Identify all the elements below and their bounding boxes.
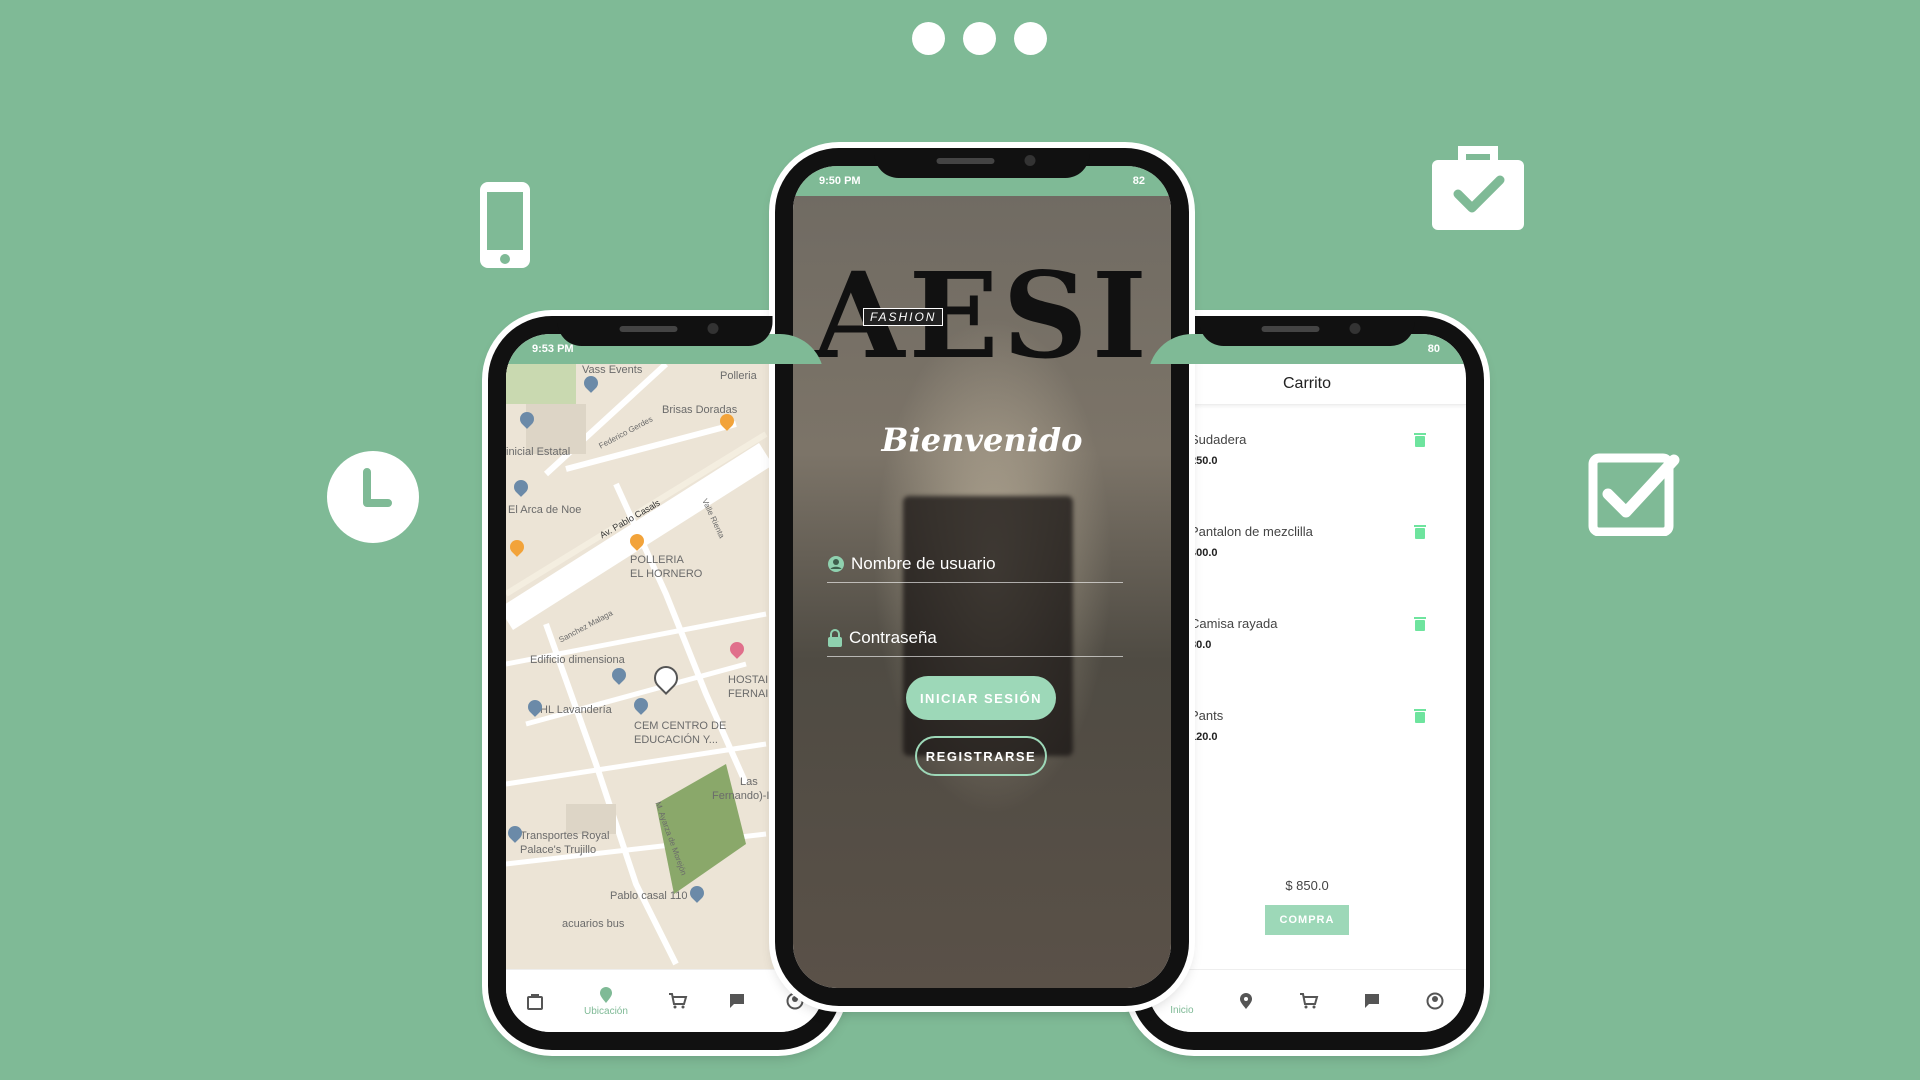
chat-icon xyxy=(729,994,744,1008)
cart-item-name: Sudadera xyxy=(1190,432,1247,447)
dot xyxy=(963,22,996,55)
map-label: EDUCACIÓN Y... xyxy=(634,734,718,746)
username-field[interactable]: Nombre de usuario xyxy=(827,546,1123,583)
cart-item-price: 250.0 xyxy=(1190,455,1218,467)
cart-item: Pantalon de mezclilla 400.0 xyxy=(1148,514,1466,584)
map-label: Polleria xyxy=(720,370,757,382)
map-label: Fernando)-I xyxy=(712,790,770,802)
cart-total: $ 850.0 xyxy=(1285,878,1329,893)
lock-icon xyxy=(828,629,842,647)
status-time: 9:53 PM xyxy=(532,343,574,355)
nav-bag[interactable] xyxy=(526,992,544,1010)
nav-location[interactable]: Ubicación xyxy=(584,986,628,1017)
logo-letters: ESI xyxy=(908,246,1151,385)
map-label: Pablo casal 110 xyxy=(610,890,688,902)
cart-item-price: 80.0 xyxy=(1190,639,1212,651)
map-label: Palace's Trujillo xyxy=(520,844,597,856)
smartphone-icon xyxy=(480,182,530,268)
carousel-dots xyxy=(912,22,1047,55)
cart-item-name: Pantalon de mezclilla xyxy=(1190,524,1313,539)
cart-item-name: Camisa rayada xyxy=(1190,616,1278,631)
phone-notch xyxy=(557,316,773,346)
buy-button[interactable]: COMPRA xyxy=(1265,905,1349,935)
cart-item-price: 120.0 xyxy=(1190,731,1218,743)
nav-chat[interactable] xyxy=(1363,992,1381,1010)
cart-item: Sudadera 250.0 xyxy=(1148,422,1466,492)
cart-item: Pants 120.0 xyxy=(1148,698,1466,768)
trash-icon[interactable] xyxy=(1414,708,1426,723)
location-icon xyxy=(599,986,612,1003)
cart-item-name: Pants xyxy=(1190,708,1224,723)
phone-notch xyxy=(874,148,1090,178)
dot xyxy=(1014,22,1047,55)
map-label: Vass Events xyxy=(582,364,643,376)
user-icon xyxy=(828,556,844,572)
trash-icon[interactable] xyxy=(1414,432,1426,447)
map-label: POLLERIA xyxy=(630,554,684,566)
map-label: EL HORNERO xyxy=(630,568,703,580)
map-label: Las xyxy=(740,776,758,788)
cart-screen: 80 Carrito Sudadera 250.0 Pantalon de me… xyxy=(1148,334,1466,1032)
nav-location[interactable] xyxy=(1238,992,1254,1010)
checkbox-icon xyxy=(1588,453,1680,536)
map-label: FERNAI xyxy=(728,688,769,700)
register-button[interactable]: REGISTRARSE xyxy=(915,736,1047,776)
map-label: HOSTAI xyxy=(728,674,769,686)
location-icon xyxy=(1240,993,1253,1009)
nav-profile[interactable] xyxy=(1426,992,1444,1010)
briefcase-check-icon xyxy=(1432,146,1524,230)
nav-cart[interactable] xyxy=(1299,992,1319,1010)
nav-location-label: Ubicación xyxy=(584,1005,628,1017)
cart-icon xyxy=(668,993,688,1009)
chat-icon xyxy=(1365,994,1380,1008)
bag-icon xyxy=(527,994,543,1010)
nav-chat[interactable] xyxy=(728,992,746,1010)
status-time: 9:50 PM xyxy=(819,175,861,187)
brand-logo: AESI FASHION xyxy=(793,246,1171,385)
phone-notch xyxy=(1199,316,1415,346)
clock-icon xyxy=(327,451,419,543)
bottom-navigation: Inicio xyxy=(1148,969,1466,1032)
map-label: Transportes Royal xyxy=(520,830,610,842)
welcome-heading: Bienvenido xyxy=(881,421,1083,459)
map-label: HL Lavandería xyxy=(540,704,612,716)
status-battery: 80 xyxy=(1427,343,1440,355)
nav-home[interactable]: Inicio xyxy=(1170,987,1193,1016)
status-battery: 82 xyxy=(1132,175,1145,187)
login-phone: 9:50 PM 82 AESI FASHION Bienvenido Nombr… xyxy=(775,148,1189,1006)
nav-profile[interactable] xyxy=(786,992,804,1010)
map-label: Edificio dimensiona xyxy=(530,654,625,666)
cart-title: Carrito xyxy=(1148,364,1466,405)
map-label: acuarios bus xyxy=(562,918,625,930)
logo-tag: FASHION xyxy=(863,308,944,326)
dot xyxy=(912,22,945,55)
trash-icon[interactable] xyxy=(1414,524,1426,539)
login-screen: 9:50 PM 82 AESI FASHION Bienvenido Nombr… xyxy=(793,166,1171,988)
profile-icon xyxy=(1426,992,1444,1010)
login-button[interactable]: INICIAR SESIÓN xyxy=(906,676,1056,720)
password-field[interactable]: Contraseña xyxy=(827,620,1123,657)
cart-item-price: 400.0 xyxy=(1190,547,1218,559)
profile-icon xyxy=(786,992,804,1010)
nav-cart[interactable] xyxy=(668,992,688,1010)
bottom-navigation: Ubicación xyxy=(506,969,824,1032)
trash-icon[interactable] xyxy=(1414,616,1426,631)
password-placeholder: Contraseña xyxy=(849,628,937,647)
map-label: CEM CENTRO DE xyxy=(634,720,727,732)
cart-icon xyxy=(1299,993,1318,1009)
nav-home-label: Inicio xyxy=(1170,1004,1194,1016)
map-label: inicial Estatal xyxy=(506,446,571,458)
cart-item: Camisa rayada 80.0 xyxy=(1148,606,1466,676)
username-placeholder: Nombre de usuario xyxy=(851,554,996,573)
map-label: El Arca de Noe xyxy=(508,504,582,516)
